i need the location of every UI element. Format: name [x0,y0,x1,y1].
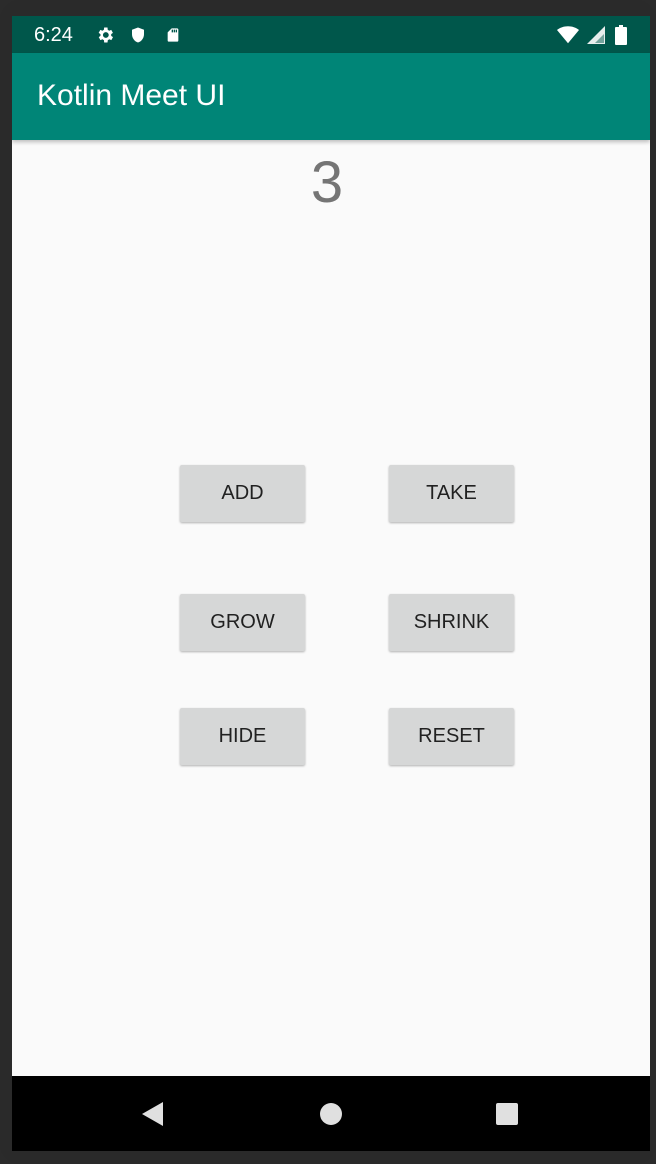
home-icon[interactable] [313,1096,349,1132]
sd-card-icon [162,24,184,46]
app-bar: Kotlin Meet UI [12,53,650,140]
status-bar: 6:24 [12,16,650,53]
status-time: 6:24 [34,24,73,46]
back-icon[interactable] [135,1096,171,1132]
reset-button[interactable]: RESET [389,708,514,765]
app-title: Kotlin Meet UI [37,79,226,112]
navigation-bar [12,1076,650,1151]
wifi-icon [557,24,579,46]
signal-icon [584,24,606,46]
add-button[interactable]: ADD [180,465,305,522]
gear-icon [94,24,116,46]
recents-icon[interactable] [489,1096,525,1132]
counter-value: 3 [310,150,344,215]
device-frame: 6:24 Kotlin Meet UI 3 ADD TAKE GROW SHRI… [0,0,656,1164]
shrink-button[interactable]: SHRINK [389,594,514,651]
take-button[interactable]: TAKE [389,465,514,522]
shield-icon [127,24,149,46]
hide-button[interactable]: HIDE [180,708,305,765]
screen: 6:24 Kotlin Meet UI 3 ADD TAKE GROW SHRI… [12,16,650,1151]
battery-icon [610,24,632,46]
grow-button[interactable]: GROW [180,594,305,651]
